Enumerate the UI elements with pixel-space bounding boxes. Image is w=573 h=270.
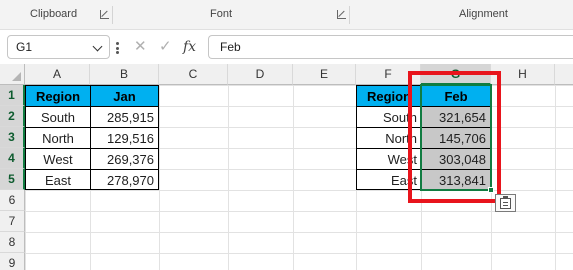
cell-b1[interactable]: Jan <box>90 85 159 106</box>
paste-options-button[interactable] <box>495 194 516 212</box>
column-header-b[interactable]: B <box>90 64 159 85</box>
cell-b4[interactable]: 269,376 <box>90 148 159 169</box>
chevron-down-icon[interactable] <box>92 41 103 52</box>
cell-a5[interactable]: East <box>25 169 90 190</box>
column-header-partial[interactable] <box>555 64 573 85</box>
formula-input[interactable]: Feb <box>208 35 573 59</box>
column-header-d[interactable]: D <box>228 64 293 85</box>
cell-a2[interactable]: South <box>25 106 90 127</box>
cell-b5[interactable]: 278,970 <box>90 169 159 190</box>
cell-b2[interactable]: 285,915 <box>90 106 159 127</box>
row-header-6[interactable]: 6 <box>0 190 25 211</box>
column-header-a[interactable]: A <box>25 64 90 85</box>
clipboard-dialog-launcher-icon[interactable] <box>100 10 109 19</box>
enter-check-icon[interactable]: ✓ <box>159 35 172 59</box>
ribbon-separator <box>349 6 350 24</box>
gridline <box>293 85 294 270</box>
name-box-value: G1 <box>16 40 33 54</box>
more-options-icon[interactable] <box>116 42 119 54</box>
row-header-9[interactable]: 9 <box>0 253 25 270</box>
ribbon-separator <box>112 6 113 24</box>
ribbon-group-clipboard: Clipboard <box>30 8 78 20</box>
cell-a1[interactable]: Region <box>25 85 90 106</box>
row-header-2[interactable]: 2 <box>0 106 25 127</box>
row-header-1[interactable]: 1 <box>0 85 25 106</box>
row-header-7[interactable]: 7 <box>0 211 25 232</box>
column-header-e[interactable]: E <box>293 64 356 85</box>
insert-function-icon[interactable]: fx <box>183 35 196 59</box>
row-header-4[interactable]: 4 <box>0 148 25 169</box>
gridline <box>228 85 229 270</box>
cell-a4[interactable]: West <box>25 148 90 169</box>
gridline <box>555 85 556 270</box>
ribbon-group-labels: Clipboard Font Alignment <box>0 0 573 30</box>
cancel-x-icon[interactable]: ✕ <box>134 35 147 59</box>
formula-bar: G1 ✕ ✓ fx Feb <box>0 30 573 64</box>
ribbon-group-font: Font <box>210 8 233 20</box>
formula-value: Feb <box>220 40 241 54</box>
font-dialog-launcher-icon[interactable] <box>337 10 346 19</box>
red-highlight-box <box>408 71 501 203</box>
ribbon-group-alignment: Alignment <box>459 8 508 20</box>
row-header-5[interactable]: 5 <box>0 169 25 190</box>
clipboard-icon <box>500 196 511 209</box>
name-box[interactable]: G1 <box>7 35 110 59</box>
select-all-button[interactable] <box>0 64 25 85</box>
gridline <box>159 85 160 270</box>
formula-buttons: ✕ ✓ fx <box>128 35 204 59</box>
row-header-8[interactable]: 8 <box>0 232 25 253</box>
row-header-3[interactable]: 3 <box>0 127 25 148</box>
cell-a3[interactable]: North <box>25 127 90 148</box>
cell-b3[interactable]: 129,516 <box>90 127 159 148</box>
column-header-c[interactable]: C <box>159 64 228 85</box>
